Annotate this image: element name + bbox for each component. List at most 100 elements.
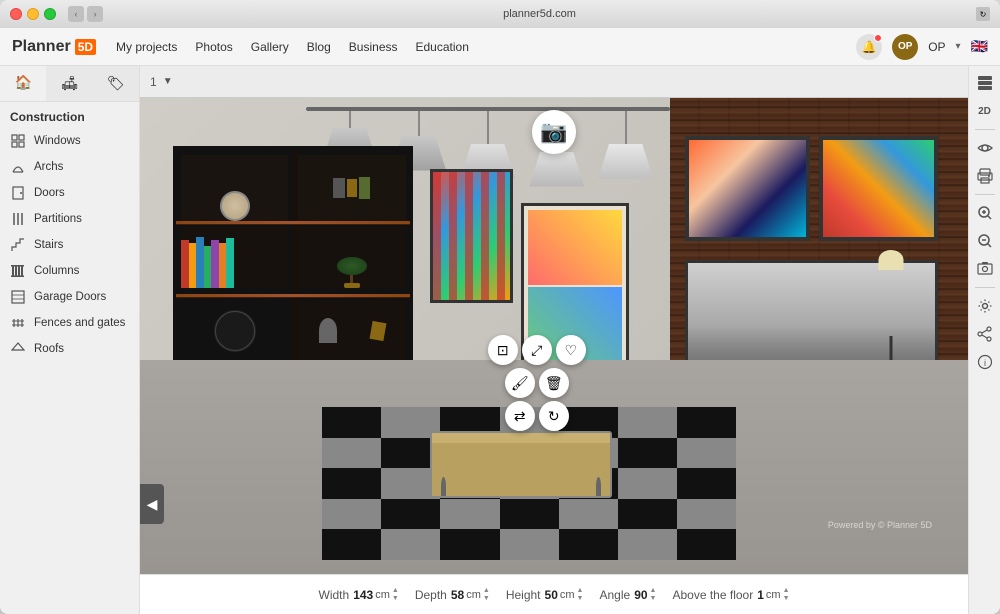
nav-photos[interactable]: Photos xyxy=(195,40,232,54)
rt-separator-2 xyxy=(975,194,995,195)
height-up[interactable]: ▲ xyxy=(577,587,584,594)
fab-row-3: ⇄ ↻ xyxy=(488,401,586,431)
sidebar-item-fences[interactable]: Fences and gates xyxy=(0,310,139,336)
archs-icon xyxy=(10,159,26,175)
paint-fab[interactable]: 🖌 xyxy=(505,368,535,398)
2d-label: 2D xyxy=(978,106,991,117)
clock xyxy=(181,300,289,361)
rt-zoom-in-button[interactable] xyxy=(972,200,998,226)
angle-field: Angle 90 ▲ ▼ xyxy=(599,587,656,602)
user-avatar[interactable]: OP xyxy=(892,34,918,60)
sidebar-item-garage-doors[interactable]: Garage Doors xyxy=(0,284,139,310)
books-left xyxy=(181,227,289,288)
depth-value: 58 xyxy=(451,588,464,602)
rt-print-button[interactable] xyxy=(972,163,998,189)
floor-up[interactable]: ▲ xyxy=(783,587,790,594)
sidebar-item-columns[interactable]: Columns xyxy=(0,258,139,284)
nav-gallery[interactable]: Gallery xyxy=(251,40,289,54)
columns-icon xyxy=(10,263,26,279)
notifications-button[interactable]: 🔔 xyxy=(856,34,882,60)
maximize-button[interactable] xyxy=(44,8,56,20)
rt-layers-button[interactable] xyxy=(972,70,998,96)
app-window: ‹ › planner5d.com ↻ Planner 5D My projec… xyxy=(0,0,1000,614)
sidebar-item-roofs[interactable]: Roofs xyxy=(0,336,139,362)
nav-business[interactable]: Business xyxy=(349,40,398,54)
floor-down[interactable]: ▼ xyxy=(783,595,790,602)
nav-links: My projects Photos Gallery Blog Business… xyxy=(116,40,856,54)
width-down[interactable]: ▼ xyxy=(392,595,399,602)
back-button[interactable]: ‹ xyxy=(68,6,84,22)
user-name[interactable]: OP xyxy=(928,40,945,54)
garage-doors-label: Garage Doors xyxy=(34,291,106,303)
logo[interactable]: Planner 5D xyxy=(12,38,96,56)
titlebar: ‹ › planner5d.com ↻ xyxy=(0,0,1000,28)
width-label: Width xyxy=(319,588,350,602)
rt-settings-button[interactable] xyxy=(972,293,998,319)
width-up[interactable]: ▲ xyxy=(392,587,399,594)
fences-icon xyxy=(10,315,26,331)
height-stepper[interactable]: ▲ ▼ xyxy=(577,587,584,602)
depth-down[interactable]: ▼ xyxy=(483,595,490,602)
titlebar-controls: ↻ xyxy=(976,7,990,21)
heart-fab[interactable]: ♡ xyxy=(556,335,586,365)
rt-screenshot-button[interactable] xyxy=(972,256,998,282)
close-button[interactable] xyxy=(10,8,22,20)
width-unit: cm xyxy=(375,589,390,601)
tab-home[interactable]: 🏠 xyxy=(0,66,46,101)
canvas-area[interactable]: 1 ▼ 📷 xyxy=(140,66,968,614)
nav-left-icon: ◀ xyxy=(147,496,158,513)
tab-favorites[interactable]: 🏷 xyxy=(93,66,139,101)
nav-left-arrow[interactable]: ◀ xyxy=(140,484,164,524)
rt-info-button[interactable]: i xyxy=(972,349,998,375)
nav-arrows: ‹ › xyxy=(68,6,103,22)
sidebar: 🏠 🛋 🏷 Construction Windows Archs xyxy=(0,66,140,614)
copy-fab[interactable]: ⊡ xyxy=(488,335,518,365)
depth-stepper[interactable]: ▲ ▼ xyxy=(483,587,490,602)
forward-button[interactable]: › xyxy=(87,6,103,22)
camera-icon: 📷 xyxy=(540,119,567,145)
traffic-lights xyxy=(10,8,56,20)
sidebar-item-partitions[interactable]: Partitions xyxy=(0,206,139,232)
windows-label: Windows xyxy=(34,135,81,147)
rt-zoom-out-button[interactable] xyxy=(972,228,998,254)
screenshot-button[interactable]: 📷 xyxy=(532,110,576,154)
flip-fab[interactable]: ⇄ xyxy=(505,401,535,431)
depth-field: Depth 58 cm ▲ ▼ xyxy=(415,587,490,602)
rotate-fab[interactable]: ↻ xyxy=(539,401,569,431)
floor-unit: cm xyxy=(766,589,781,601)
floor-stepper[interactable]: ▲ ▼ xyxy=(783,587,790,602)
fences-label: Fences and gates xyxy=(34,317,125,329)
move-fab[interactable]: ⤢ xyxy=(522,335,552,365)
angle-down[interactable]: ▼ xyxy=(650,595,657,602)
rt-view-button[interactable] xyxy=(972,135,998,161)
refresh-button[interactable]: ↻ xyxy=(976,7,990,21)
floor-value: 1 xyxy=(757,588,764,602)
fab-row-1: ⊡ ⤢ ♡ xyxy=(488,335,586,365)
sidebar-item-doors[interactable]: Doors xyxy=(0,180,139,206)
angle-stepper[interactable]: ▲ ▼ xyxy=(650,587,657,602)
angle-up[interactable]: ▲ xyxy=(650,587,657,594)
sidebar-item-stairs[interactable]: Stairs xyxy=(0,232,139,258)
rt-share-button[interactable] xyxy=(972,321,998,347)
partitions-icon xyxy=(10,211,26,227)
height-down[interactable]: ▼ xyxy=(577,595,584,602)
layer-arrow: ▼ xyxy=(163,76,173,87)
rt-2d-button[interactable]: 2D xyxy=(972,98,998,124)
delete-fab[interactable]: 🗑 xyxy=(539,368,569,398)
width-stepper[interactable]: ▲ ▼ xyxy=(392,587,399,602)
depth-value-group: 58 cm ▲ ▼ xyxy=(451,587,490,602)
navbar: Planner 5D My projects Photos Gallery Bl… xyxy=(0,28,1000,66)
depth-up[interactable]: ▲ xyxy=(483,587,490,594)
archs-label: Archs xyxy=(34,161,63,173)
sidebar-item-archs[interactable]: Archs xyxy=(0,154,139,180)
minimize-button[interactable] xyxy=(27,8,39,20)
artwork-brick-1 xyxy=(685,136,810,241)
nav-education[interactable]: Education xyxy=(416,40,469,54)
window-title: planner5d.com xyxy=(109,8,970,20)
nav-my-projects[interactable]: My projects xyxy=(116,40,177,54)
tab-furniture[interactable]: 🛋 xyxy=(46,66,92,101)
language-flag[interactable]: 🇬🇧 xyxy=(971,38,988,55)
user-dropdown-arrow[interactable]: ▾ xyxy=(956,41,961,52)
sidebar-item-windows[interactable]: Windows xyxy=(0,128,139,154)
nav-blog[interactable]: Blog xyxy=(307,40,331,54)
